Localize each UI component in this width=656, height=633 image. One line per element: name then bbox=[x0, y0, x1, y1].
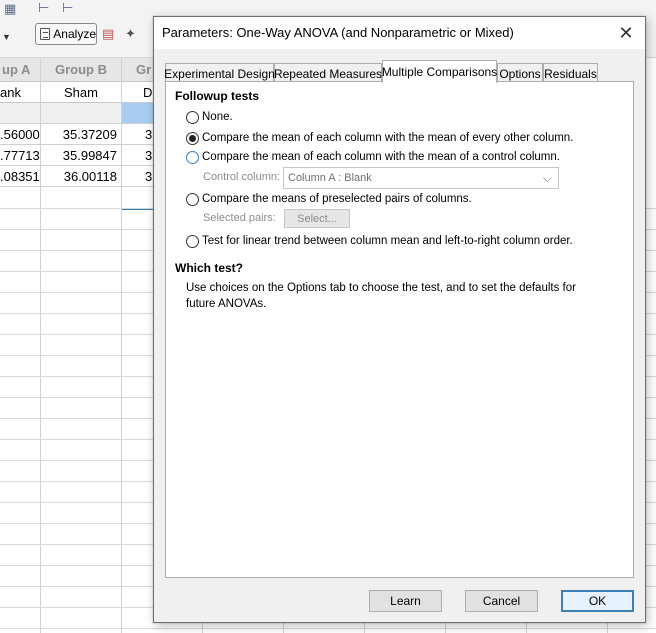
subcolumn-cell bbox=[0, 103, 41, 124]
learn-button[interactable]: Learn bbox=[369, 590, 442, 612]
which-test-heading: Which test? bbox=[175, 261, 243, 275]
control-column-select[interactable]: Column A : Blank ⌵ bbox=[283, 167, 559, 189]
followup-tests-heading: Followup tests bbox=[175, 89, 259, 103]
table-tool-icon[interactable]: ▦ bbox=[4, 2, 16, 16]
column-header[interactable]: Group B bbox=[41, 58, 122, 82]
radio-button-selected[interactable] bbox=[186, 131, 199, 145]
data-cell[interactable]: 35.99847 bbox=[41, 145, 122, 166]
grid-line bbox=[121, 58, 122, 633]
control-column-value: Column A : Blank bbox=[288, 172, 372, 184]
followup-option-preselected-pairs[interactable]: Compare the means of preselected pairs o… bbox=[186, 191, 472, 207]
cancel-button[interactable]: Cancel bbox=[465, 590, 538, 612]
followup-option-none[interactable]: None. bbox=[186, 109, 233, 125]
tab-residuals[interactable]: Residuals bbox=[543, 63, 598, 83]
which-test-description: Use choices on the Options tab to choose… bbox=[186, 282, 576, 310]
multiple-comparisons-panel: Followup tests None. Compare the mean of… bbox=[165, 81, 634, 578]
data-cell[interactable]: .08351 bbox=[0, 166, 41, 187]
followup-option-compare-all[interactable]: Compare the mean of each column with the… bbox=[186, 130, 573, 146]
chevron-down-icon: ⌵ bbox=[542, 171, 552, 185]
analyze-icon bbox=[40, 28, 51, 40]
option-label: Compare the means of preselected pairs o… bbox=[202, 193, 472, 205]
chart-tool-icon[interactable]: ⊢ bbox=[62, 1, 73, 15]
column-header[interactable]: up A bbox=[0, 58, 41, 82]
grid-line bbox=[40, 58, 41, 633]
wand-icon[interactable]: ✦ bbox=[125, 27, 136, 41]
selected-pairs-label: Selected pairs: bbox=[203, 212, 276, 224]
dialog-titlebar[interactable]: Parameters: One-Way ANOVA (and Nonparame… bbox=[154, 17, 645, 49]
dialog-title: Parameters: One-Way ANOVA (and Nonparame… bbox=[162, 25, 514, 40]
column-title-cell[interactable]: Sham bbox=[41, 82, 122, 103]
radio-button[interactable] bbox=[186, 234, 199, 248]
radio-button[interactable] bbox=[186, 150, 199, 164]
data-cell[interactable]: 35.37209 bbox=[41, 124, 122, 145]
dropdown-arrow-icon[interactable]: ▼ bbox=[2, 30, 11, 44]
subcolumn-cell bbox=[41, 103, 122, 124]
close-icon[interactable]: ✕ bbox=[615, 22, 637, 44]
followup-option-linear-trend[interactable]: Test for linear trend between column mea… bbox=[186, 233, 573, 249]
column-title-cell[interactable]: ank bbox=[0, 82, 41, 103]
anova-parameters-dialog: Parameters: One-Way ANOVA (and Nonparame… bbox=[153, 16, 646, 623]
radio-button[interactable] bbox=[186, 110, 199, 124]
data-cell[interactable]: .77713 bbox=[0, 145, 41, 166]
option-label: Test for linear trend between column mea… bbox=[202, 235, 573, 247]
analyze-label: Analyze bbox=[53, 27, 96, 41]
radio-button[interactable] bbox=[186, 192, 199, 206]
tab-options[interactable]: Options bbox=[497, 63, 543, 83]
tab-experimental-design[interactable]: Experimental Design bbox=[164, 63, 275, 83]
analyze-button[interactable]: Analyze bbox=[35, 23, 97, 45]
data-cell[interactable]: 36.00118 bbox=[41, 166, 122, 187]
control-column-label: Control column: bbox=[203, 171, 281, 183]
tab-repeated-measures[interactable]: Repeated Measures bbox=[274, 63, 382, 83]
tab-multiple-comparisons[interactable]: Multiple Comparisons bbox=[382, 60, 497, 83]
ok-button[interactable]: OK bbox=[561, 590, 634, 612]
option-label: Compare the mean of each column with the… bbox=[202, 132, 574, 144]
option-label: Compare the mean of each column with the… bbox=[202, 151, 560, 163]
followup-option-compare-control[interactable]: Compare the mean of each column with the… bbox=[186, 149, 560, 165]
insert-table-icon[interactable]: ▤ bbox=[102, 27, 114, 41]
select-pairs-button[interactable]: Select... bbox=[284, 209, 350, 228]
option-label: None. bbox=[202, 111, 233, 123]
grid-line bbox=[0, 628, 656, 629]
data-cell[interactable]: .56000 bbox=[0, 124, 41, 145]
chart-tool-icon[interactable]: ⊢ bbox=[38, 1, 49, 15]
